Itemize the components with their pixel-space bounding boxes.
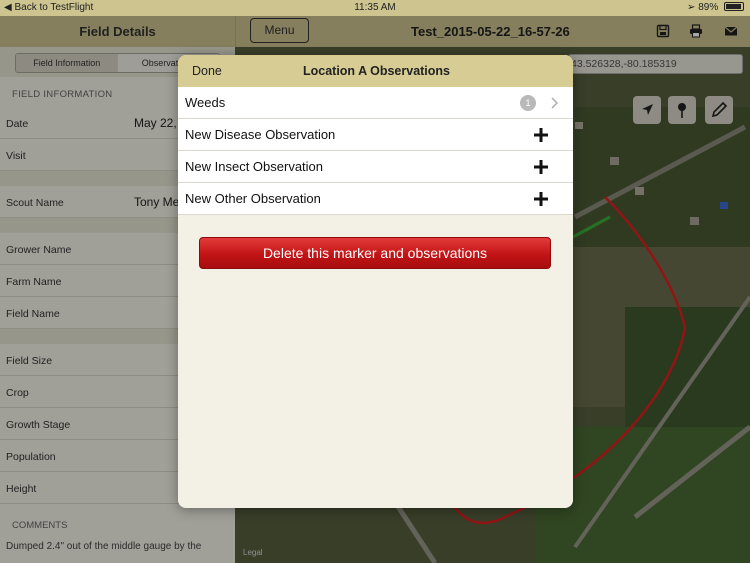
clock: 11:35 AM [354, 2, 396, 13]
new-other-observation[interactable]: New Other Observation [178, 183, 573, 215]
observations-list: Weeds 1 New Disease Observation New Inse… [178, 87, 573, 215]
status-bar: ◀ Back to TestFlight 11:35 AM ➢ 89% [0, 0, 750, 16]
delete-marker-button[interactable]: Delete this marker and observations [199, 237, 551, 269]
observation-label: New Insect Observation [185, 159, 324, 174]
observation-label: Weeds [185, 95, 226, 110]
battery-percent: 89% [698, 2, 719, 13]
battery-status: ➢ 89% [687, 2, 744, 13]
location-arrow-icon: ➢ [687, 2, 696, 13]
plus-icon[interactable] [533, 127, 549, 143]
observations-popover: Done Location A Observations Weeds 1 New… [178, 55, 573, 508]
new-disease-observation[interactable]: New Disease Observation [178, 119, 573, 151]
observation-label: New Disease Observation [185, 127, 336, 142]
chevron-right-icon [551, 97, 559, 109]
count-badge: 1 [520, 95, 536, 111]
battery-icon [724, 2, 744, 11]
observation-label: New Other Observation [185, 191, 321, 206]
plus-icon[interactable] [533, 191, 549, 207]
new-insect-observation[interactable]: New Insect Observation [178, 151, 573, 183]
popover-header: Done Location A Observations [178, 55, 573, 87]
popover-title: Location A Observations [302, 64, 450, 78]
plus-icon[interactable] [533, 159, 549, 175]
observation-weeds[interactable]: Weeds 1 [178, 87, 573, 119]
